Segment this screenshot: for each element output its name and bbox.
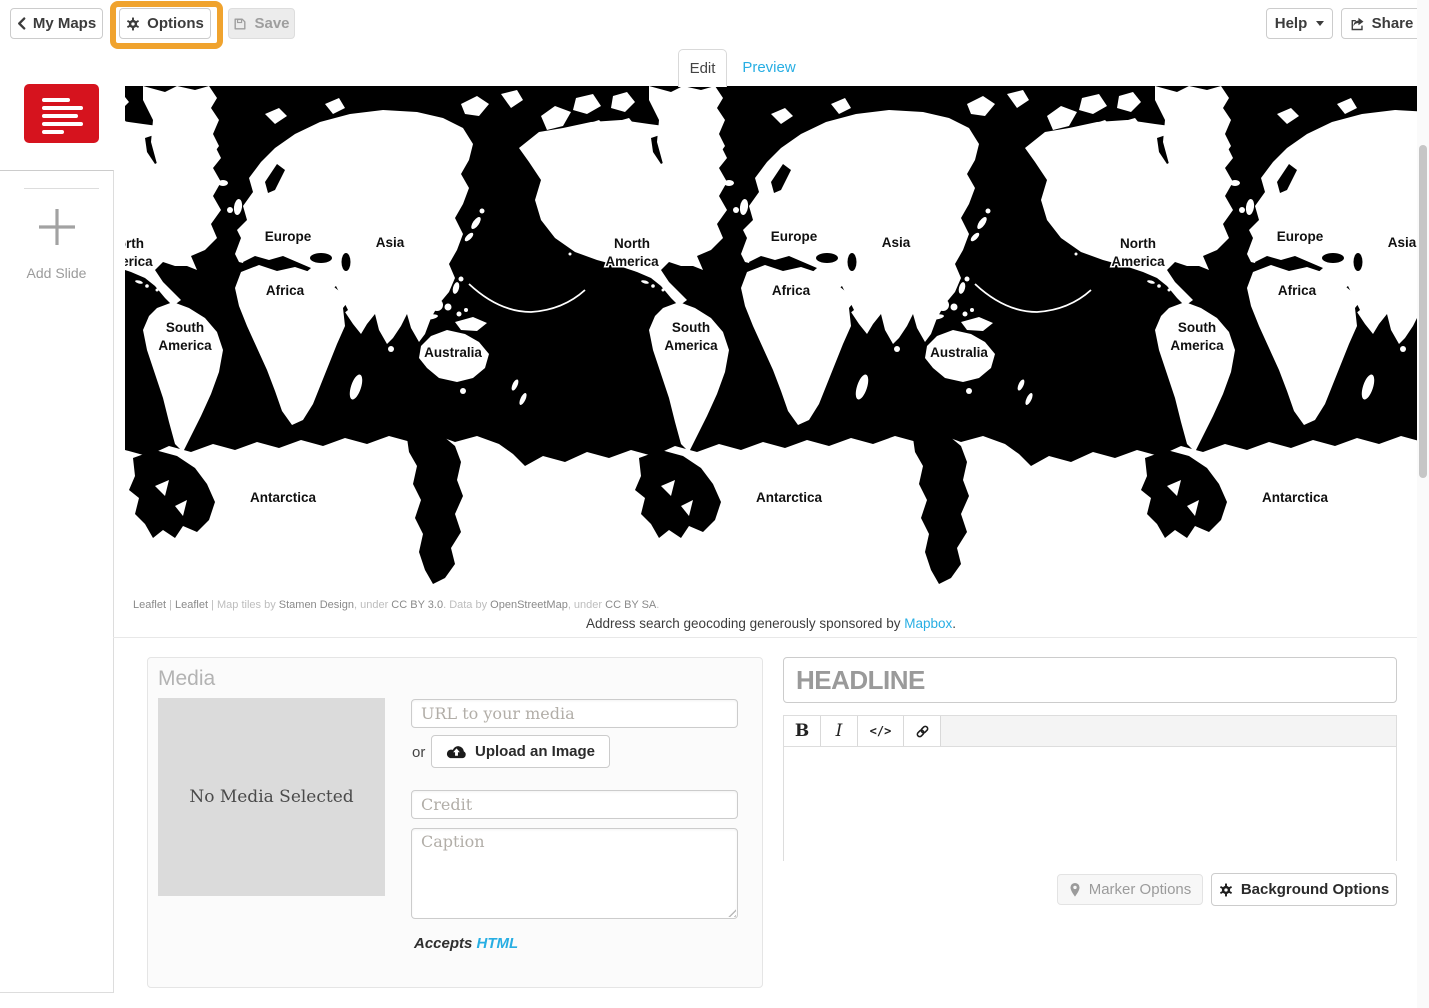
save-label: Save bbox=[254, 15, 289, 32]
credit-input[interactable] bbox=[411, 790, 738, 819]
slide-thumbnail[interactable] bbox=[24, 84, 99, 143]
code-button[interactable]: </> bbox=[858, 716, 904, 746]
world-map[interactable]: Europe Asia North America Africa South A… bbox=[125, 86, 1417, 597]
tab-preview-label: Preview bbox=[742, 59, 795, 76]
tab-edit-label: Edit bbox=[690, 60, 716, 77]
help-label: Help bbox=[1275, 15, 1308, 32]
bold-button[interactable]: B bbox=[784, 716, 821, 746]
html-help-link[interactable]: HTML bbox=[477, 935, 519, 952]
tab-edit[interactable]: Edit bbox=[678, 49, 727, 87]
cloud-upload-icon bbox=[446, 744, 467, 759]
top-toolbar: My Maps Options Save Help Share bbox=[0, 0, 1429, 45]
upload-image-label: Upload an Image bbox=[475, 743, 595, 760]
media-panel-title: Media bbox=[158, 667, 215, 691]
tab-preview[interactable]: Preview bbox=[733, 49, 805, 86]
scrollbar-thumb[interactable] bbox=[1419, 145, 1427, 478]
media-preview-placeholder: No Media Selected bbox=[158, 698, 385, 896]
sidebar-add-slide-panel: Add Slide bbox=[0, 170, 114, 993]
sidebar-divider bbox=[24, 188, 99, 189]
page-scrollbar[interactable] bbox=[1417, 0, 1429, 1008]
link-icon bbox=[915, 724, 930, 739]
leaflet-link-2[interactable]: Leaflet bbox=[175, 599, 208, 611]
my-maps-button[interactable]: My Maps bbox=[10, 8, 103, 39]
gear-icon bbox=[1219, 883, 1233, 897]
upload-image-button[interactable]: Upload an Image bbox=[431, 735, 610, 768]
insert-link-button[interactable] bbox=[904, 716, 941, 746]
map-attribution: Leaflet | Leaflet | Map tiles by Stamen … bbox=[133, 597, 1417, 614]
headline-input[interactable] bbox=[783, 657, 1397, 703]
help-button[interactable]: Help bbox=[1266, 8, 1333, 39]
editor-toolbar: B I </> bbox=[784, 716, 1396, 747]
mapbox-link[interactable]: Mapbox bbox=[904, 616, 952, 631]
geocoding-sponsor-note: Address search geocoding generously spon… bbox=[125, 616, 1417, 631]
cc-by-sa-link[interactable]: CC BY SA bbox=[605, 599, 656, 611]
text-editor: B I </> bbox=[783, 715, 1397, 861]
caption-textarea[interactable] bbox=[411, 828, 738, 919]
openstreetmap-link[interactable]: OpenStreetMap bbox=[490, 599, 568, 611]
media-url-input[interactable] bbox=[411, 699, 738, 728]
marker-options-label: Marker Options bbox=[1089, 881, 1192, 898]
no-media-label: No Media Selected bbox=[189, 787, 353, 807]
or-label: or bbox=[412, 744, 425, 761]
leaflet-link[interactable]: Leaflet bbox=[133, 599, 166, 611]
background-options-button[interactable]: Background Options bbox=[1211, 873, 1397, 906]
share-button[interactable]: Share bbox=[1341, 8, 1422, 39]
media-panel: Media No Media Selected or Upload an Ima… bbox=[147, 657, 763, 988]
options-label: Options bbox=[147, 15, 204, 32]
chevron-left-icon bbox=[17, 17, 26, 30]
add-slide-label: Add Slide bbox=[0, 265, 113, 281]
background-options-label: Background Options bbox=[1241, 881, 1389, 898]
section-divider bbox=[113, 637, 1429, 638]
marker-options-button[interactable]: Marker Options bbox=[1057, 874, 1203, 905]
text-lines-icon bbox=[42, 98, 99, 134]
options-button[interactable]: Options bbox=[119, 8, 211, 39]
caret-down-icon bbox=[1316, 21, 1324, 26]
save-icon bbox=[233, 17, 247, 31]
stamen-design-link[interactable]: Stamen Design bbox=[279, 599, 354, 611]
my-maps-label: My Maps bbox=[33, 15, 96, 32]
cc-by-30-link[interactable]: CC BY 3.0 bbox=[391, 599, 443, 611]
share-icon bbox=[1350, 17, 1365, 31]
italic-button[interactable]: I bbox=[821, 716, 858, 746]
accepts-html-note: Accepts HTML bbox=[414, 935, 518, 952]
share-label: Share bbox=[1372, 15, 1414, 32]
plus-icon bbox=[35, 205, 79, 249]
add-slide-button[interactable]: Add Slide bbox=[0, 203, 113, 285]
text-editor-content[interactable] bbox=[784, 747, 1396, 862]
save-button[interactable]: Save bbox=[228, 8, 295, 39]
gear-icon bbox=[126, 17, 140, 31]
map-pin-icon bbox=[1069, 882, 1081, 898]
